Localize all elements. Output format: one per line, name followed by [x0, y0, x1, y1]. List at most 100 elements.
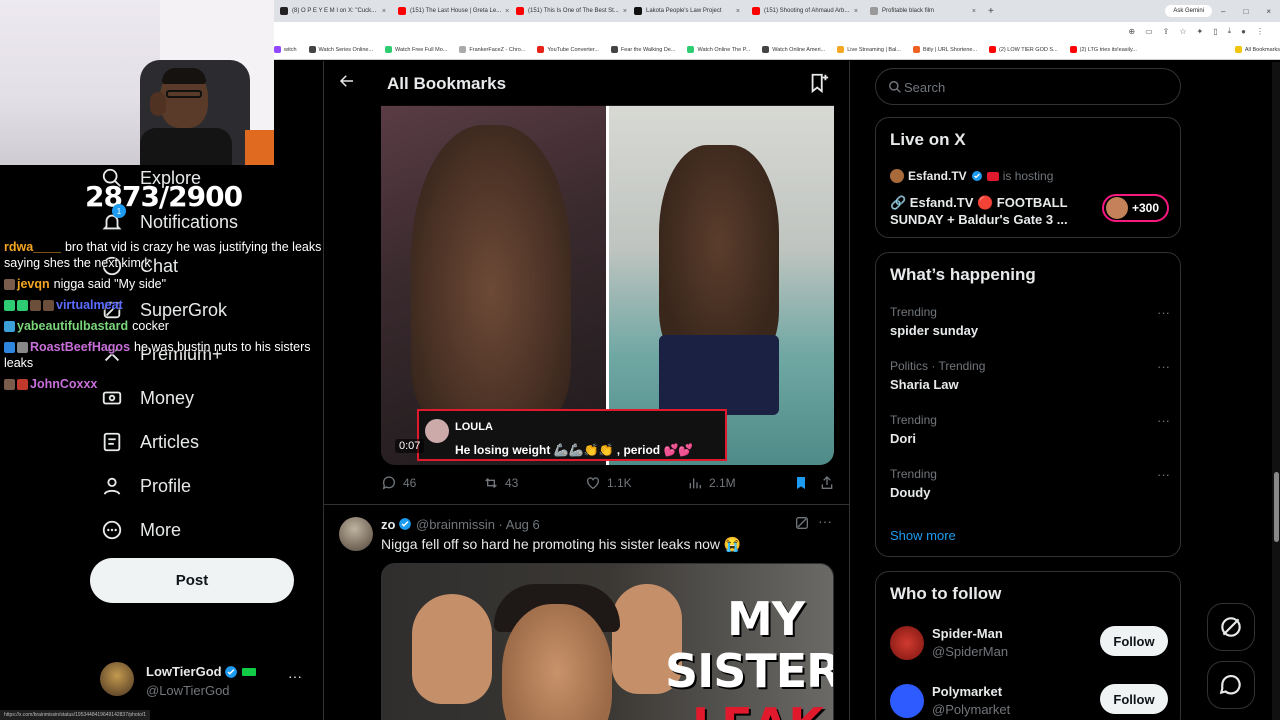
nav-more[interactable]: More — [100, 518, 181, 542]
browser-tab[interactable]: Lakota People's Law Project × — [628, 2, 746, 20]
bookmark-item[interactable]: Fear the Walking De... — [610, 46, 675, 53]
search-input[interactable] — [904, 78, 1164, 96]
repost-button[interactable]: 43 — [483, 475, 518, 491]
follow-button[interactable]: Follow — [1100, 626, 1168, 656]
search-box[interactable] — [875, 68, 1181, 105]
profile-icon[interactable]: ● — [1241, 27, 1246, 36]
bookmark-item[interactable]: witch — [274, 46, 297, 53]
ask-gemini-button[interactable]: Ask Gemini — [1165, 5, 1213, 17]
follow-button[interactable]: Follow — [1100, 684, 1168, 714]
close-tab-icon[interactable]: × — [382, 8, 386, 15]
cast-icon[interactable]: ▭ — [1145, 27, 1153, 36]
live-host[interactable]: Esfand.TV is hosting — [890, 169, 1053, 183]
close-tab-icon[interactable]: × — [505, 8, 509, 15]
views-button[interactable]: 2.1M — [687, 475, 736, 491]
bookmarks-timeline: All Bookmarks LOULA He losing weight 🦾🦾👏… — [323, 61, 850, 720]
bookmark-item[interactable]: Watch Free Full Mo... — [385, 46, 447, 53]
browser-tab[interactable]: (151) The Last House | Greta Le... × — [392, 2, 510, 20]
maximize-icon[interactable]: □ — [1234, 7, 1257, 16]
nav-profile[interactable]: Profile — [100, 474, 191, 498]
reply-button[interactable]: 46 — [381, 475, 416, 491]
tweet-image[interactable]: MY SISTER LEAK — [381, 563, 834, 720]
close-tab-icon[interactable]: × — [736, 8, 740, 15]
browser-tab[interactable]: (151) Shooting of Ahmaud Arb... × — [746, 2, 864, 20]
chat-message: JohnCoxxx — [4, 376, 334, 392]
grok-icon[interactable] — [794, 515, 810, 531]
new-tab-button[interactable]: + — [982, 6, 1000, 17]
bookmark-item[interactable]: YouTube Converter... — [537, 46, 599, 53]
minimize-icon[interactable]: – — [1212, 7, 1234, 16]
zoom-icon[interactable]: ⊕ — [1128, 27, 1135, 36]
nav-articles[interactable]: Articles — [100, 430, 199, 454]
chat-bubble-icon — [1219, 674, 1241, 695]
live-stream-title[interactable]: 🔗 Esfand.TV 🔴 FOOTBALL SUNDAY + Baldur's… — [890, 194, 1090, 228]
status-url: https://x.com/brainmissin/status/1953448… — [0, 710, 151, 720]
more-dots-icon[interactable]: ··· — [1157, 305, 1170, 320]
bookmark-item[interactable]: Bitly | URL Shortene... — [912, 46, 977, 53]
browser-tab-active[interactable]: Profitable black film × — [864, 2, 982, 20]
account-switcher[interactable]: LowTierGod @LowTierGod ··· — [100, 660, 310, 700]
avatar[interactable] — [339, 517, 373, 551]
post-button[interactable]: Post — [90, 558, 294, 603]
like-button[interactable]: 1.1K — [585, 475, 632, 491]
follow-suggestion[interactable]: Spider-Man @SpiderMan Follow — [890, 624, 1170, 664]
sidepanel-icon[interactable]: ▯ — [1213, 27, 1217, 36]
tweet-author-name[interactable]: zo — [381, 517, 395, 532]
more-dots-icon[interactable]: ··· — [1157, 359, 1170, 374]
bookmark-item[interactable]: (2) LTG tries its!easily... — [1069, 46, 1137, 53]
reply-icon — [382, 476, 395, 490]
more-dots-icon[interactable]: ··· — [818, 513, 832, 529]
browser-tab[interactable]: (8) O P E Y E M I on X: "Cuck... × — [274, 2, 392, 20]
thumbnail-text: MY — [727, 592, 805, 646]
live-listener-count[interactable]: +300 — [1102, 194, 1170, 222]
back-arrow-icon[interactable] — [338, 72, 356, 95]
account-name: LowTierGod — [146, 664, 222, 679]
scrollbar[interactable] — [1272, 62, 1280, 720]
browser-tab[interactable]: (151) This Is One of The Best St... × — [510, 2, 628, 20]
more-dots-icon[interactable]: ··· — [288, 668, 302, 684]
chat-badge-icon — [17, 300, 28, 312]
bookmark-item[interactable]: Watch Online The P... — [687, 46, 750, 53]
download-icon[interactable]: ⤓ — [1228, 26, 1232, 36]
trend-item[interactable]: Trending Doudy ··· — [890, 467, 1170, 500]
trend-item[interactable]: Trending spider sunday ··· — [890, 305, 1170, 338]
share-button[interactable] — [819, 475, 835, 491]
bookmark-favicon — [1234, 46, 1242, 53]
bookmark-item[interactable]: Watch Series Online... — [308, 46, 373, 53]
close-window-icon[interactable]: × — [1257, 7, 1280, 16]
close-tab-icon[interactable]: × — [623, 8, 627, 15]
avatar — [890, 169, 904, 183]
trend-item[interactable]: Trending Dori ··· — [890, 413, 1170, 446]
page-title: All Bookmarks — [387, 74, 507, 93]
address-bar[interactable]: ⊕ ▭ ⇪ ☆ ✦ ▯ ⤓ ● ⋮ — [274, 22, 1280, 40]
bookmark-button[interactable] — [793, 475, 809, 491]
youtube-favicon — [398, 7, 406, 15]
share-icon[interactable]: ⇪ — [1163, 27, 1170, 36]
webcam-overlay — [0, 0, 274, 165]
whats-happening-panel: What’s happening Trending spider sunday ··… — [875, 252, 1181, 557]
menu-icon[interactable]: ⋮ — [1256, 27, 1264, 36]
messages-fab[interactable] — [1207, 661, 1255, 709]
tweet-actions: 46 43 1.1K 2.1M — [381, 475, 841, 495]
bookmark-item[interactable]: Watch Online Ameri... — [762, 46, 825, 53]
affiliate-badge-icon — [242, 668, 256, 676]
bookmark-item[interactable]: (2) LOW TIER GOD S... — [989, 46, 1058, 53]
extensions-icon[interactable]: ✦ — [1197, 27, 1204, 36]
bookmark-item[interactable]: Live Streaming | Bal... — [837, 46, 901, 53]
tweet-handle-date[interactable]: @brainmissin · Aug 6 — [416, 517, 540, 532]
bookmark-item[interactable]: All Bookmarks — [1234, 46, 1280, 53]
grok-fab[interactable] — [1207, 603, 1255, 651]
bookmark-add-icon[interactable] — [808, 72, 830, 94]
more-dots-icon[interactable]: ··· — [1157, 413, 1170, 428]
follow-suggestion[interactable]: Polymarket @Polymarket Follow — [890, 682, 1170, 720]
tweet-video[interactable]: LOULA He losing weight 🦾🦾👏👏 , period 💕💕 … — [381, 105, 834, 465]
more-dots-icon[interactable]: ··· — [1157, 467, 1170, 482]
close-tab-icon[interactable]: × — [972, 8, 976, 15]
trend-item[interactable]: Politics · Trending Sharia Law ··· — [890, 359, 1170, 392]
bookmark-item[interactable]: FrankerFaceZ - Chro... — [459, 46, 525, 53]
show-more-link[interactable]: Show more — [890, 528, 956, 543]
tweet[interactable]: zo @brainmissin · Aug 6 ··· Nigga fell o… — [324, 505, 849, 720]
star-icon[interactable]: ☆ — [1179, 27, 1186, 36]
scrollbar-thumb[interactable] — [1274, 472, 1279, 542]
close-tab-icon[interactable]: × — [854, 8, 858, 15]
